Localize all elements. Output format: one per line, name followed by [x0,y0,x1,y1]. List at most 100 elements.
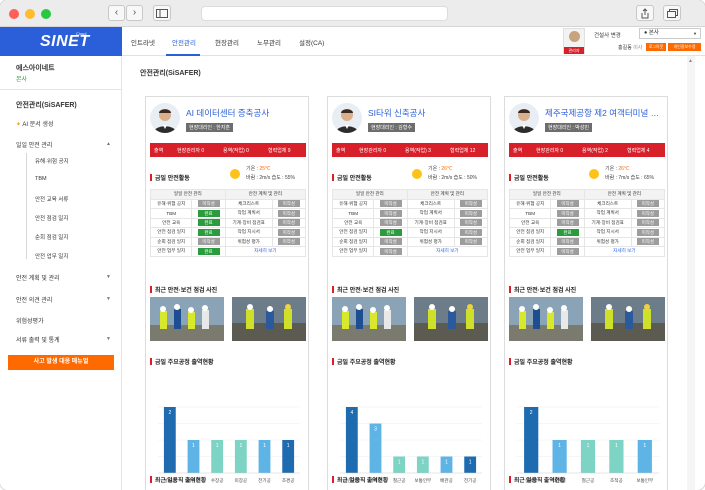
row-label: 안전 업무 일지 [508,246,552,257]
status-badge[interactable]: 미작성 [636,238,659,246]
site-card[interactable]: 제주국제공항 제2 여객터미널 신... 현장대리인 : 박성민 출역 현장관리… [504,96,668,490]
more-link[interactable]: 자세히 보기 [406,246,489,257]
inspection-photo[interactable] [332,297,406,341]
status-badge[interactable]: 미작성 [379,247,402,255]
brand-logo[interactable]: SINET Cloud [0,27,122,56]
status-badge[interactable]: 미작성 [636,228,659,236]
close-dot[interactable] [9,9,19,19]
bar-value-label: 4 [350,410,353,416]
back-button[interactable]: ‹ [108,5,125,21]
status-badge[interactable]: 미작성 [556,209,579,217]
status-badge[interactable]: 미작성 [197,200,220,208]
sidebar-group-print[interactable]: 서류 출력 및 통계 [16,335,60,344]
site-title[interactable]: 제주국제공항 제2 여객터미널 신... [545,107,665,119]
sidebar-group-plan[interactable]: 안전 계획 및 관리 [16,273,60,282]
inspection-photo[interactable] [509,297,583,341]
section-activity-title: 금일 안전활동 [509,173,549,182]
status-badge[interactable]: 완료 [197,219,220,227]
status-badge[interactable]: 미작성 [277,209,300,217]
forward-button[interactable]: › [126,5,143,21]
address-bar[interactable] [201,6,448,21]
tab-labor[interactable]: 노무관리 [257,37,281,47]
inspection-photo[interactable] [414,297,488,341]
avatar[interactable]: 관리자 [563,28,585,54]
status-badge[interactable]: 미작성 [556,238,579,246]
share-icon[interactable] [636,5,654,21]
tab-intranet[interactable]: 인트라넷 [131,37,155,47]
status-badge[interactable]: 미작성 [459,219,482,227]
status-badge[interactable]: 미작성 [556,247,579,255]
status-badge[interactable]: 미작성 [459,209,482,217]
zoom-dot[interactable] [41,9,51,19]
emergency-manual-button[interactable]: 사고 발생 대응 매뉴얼 [8,355,114,370]
logout-button[interactable]: 로그아웃 [646,43,666,51]
chart-bar[interactable] [524,407,539,473]
top-navigation: 인트라넷 안전관리 현장관리 노무관리 설정(CA) 관리자 건설사 변경 ● … [122,27,705,56]
tab-settings[interactable]: 설정(CA) [299,37,324,47]
sidebar-sub-item[interactable]: 순회 점검 일지 [35,233,68,241]
section-daily-title: 최근 일용직 출역현황 [509,475,565,484]
status-badge[interactable]: 완료 [197,247,220,255]
status-badge[interactable]: 완료 [197,228,220,236]
inspection-photo[interactable] [150,297,224,341]
status-badge[interactable]: 미작성 [277,219,300,227]
sidebar-sub-item[interactable]: 안전 교육 서류 [35,195,68,203]
sidebar-sub-item[interactable]: 유해·위험 공지 [35,157,69,165]
chart-bar[interactable] [345,407,358,473]
scroll-up-icon[interactable]: ▲ [688,58,693,64]
more-link[interactable]: 자세히 보기 [583,246,666,257]
chart-bar[interactable] [163,407,176,473]
status-badge[interactable]: 미작성 [459,228,482,236]
status-badge[interactable]: 완료 [379,228,402,236]
site-title[interactable]: SI타워 신축공사 [368,107,488,119]
attendance-status-bar[interactable]: 출역 현장관리자 0 용역(작업) 0 협력업체 9 [150,143,306,157]
sidebar-toggle-icon[interactable] [153,5,171,21]
status-badge[interactable]: 완료 [197,209,220,217]
site-card[interactable]: AI 데이터센터 증축공사 현장대리인 : 한지훈 출역 현장관리자 0 용역(… [145,96,309,490]
sidebar-sub-item[interactable]: 안전 점검 일지 [35,214,68,222]
status-badge[interactable]: 미작성 [636,219,659,227]
browser-titlebar: ‹ › [0,0,705,27]
status-badge[interactable]: 미작성 [636,200,659,208]
chevron-down-icon: ▼ [106,274,111,280]
status-badge[interactable]: 미작성 [636,209,659,217]
sidebar-group-risk[interactable]: 위험성평가 [16,316,44,325]
bar-value-label: 1 [263,443,266,449]
sidebar-sub-item[interactable]: 안전 업무 일지 [35,252,68,260]
status-badge[interactable]: 미작성 [379,209,402,217]
status-badge[interactable]: 미작성 [197,238,220,246]
sidebar-sub-item[interactable]: TBM [35,176,47,182]
tab-safety[interactable]: 안전관리 [172,37,196,47]
table-header: 일일 안전 관리 [150,189,226,200]
status-badge[interactable]: 미작성 [379,200,402,208]
status-badge[interactable]: 미작성 [556,200,579,208]
attendance-status-bar[interactable]: 출역 현장관리자 0 용역(작업) 2 협력업체 4 [509,143,665,157]
status-badge[interactable]: 미작성 [277,200,300,208]
site-card[interactable]: SI타워 신축공사 현장대리인 : 김형수 출역 현장관리자 0 용역(작업) … [327,96,491,490]
inspection-photo[interactable] [591,297,665,341]
status-badge[interactable]: 미작성 [379,238,402,246]
more-link[interactable]: 자세히 보기 [224,246,307,257]
attendance-status-bar[interactable]: 출역 현장관리자 0 용역(작업) 3 협력업체 12 [332,143,488,157]
row-label: 기계·장비 점검표 [583,217,632,228]
sidebar-item-ai[interactable]: ✦ AI 문서 생성 [16,119,53,128]
status-badge[interactable]: 미작성 [459,238,482,246]
divider [0,89,122,90]
tabs-icon[interactable] [663,5,681,21]
scrollbar[interactable]: ▲ [687,56,695,490]
status-badge[interactable]: 미작성 [277,238,300,246]
status-badge[interactable]: 완료 [556,228,579,236]
sidebar-group-daily[interactable]: 일일 안전 관리 [16,140,52,149]
minimize-dot[interactable] [25,9,35,19]
profile-button[interactable]: 개인정보수정 [668,43,701,51]
status-badge[interactable]: 미작성 [556,219,579,227]
inspection-photo[interactable] [232,297,306,341]
status-badge[interactable]: 미작성 [277,228,300,236]
site-select[interactable]: ● 본사 ▼ [639,28,701,39]
sidebar-group-opinion[interactable]: 안전 의견 관리 [16,295,52,304]
tab-site[interactable]: 현장관리 [215,37,239,47]
site-title[interactable]: AI 데이터센터 증축공사 [186,107,306,119]
status-badge[interactable]: 미작성 [459,200,482,208]
row-label: 체크리스트 [224,198,273,209]
status-badge[interactable]: 미작성 [379,219,402,227]
